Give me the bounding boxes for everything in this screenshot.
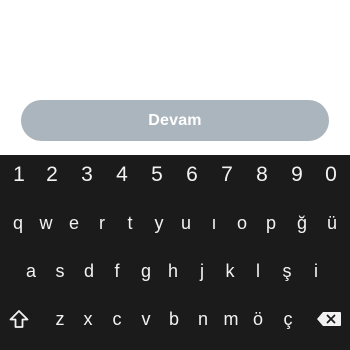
key-j[interactable]: j [189,251,215,291]
key-6[interactable]: 6 [177,155,207,195]
key-o-umlaut[interactable]: ö [245,299,271,339]
key-c-cedilla[interactable]: ç [275,299,301,339]
key-dotless-i[interactable]: ı [201,203,227,243]
number-row: 1 2 3 4 5 6 7 8 9 0 [0,155,350,195]
key-d[interactable]: d [76,251,102,291]
continue-button[interactable]: Devam [21,100,329,141]
keyboard: 1 2 3 4 5 6 7 8 9 0 q w e r t y u ı o p … [0,155,350,350]
backspace-key[interactable] [312,299,346,339]
screen: Devam 1 2 3 4 5 6 7 8 9 0 q w e r t y u … [0,0,350,350]
key-u-umlaut[interactable]: ü [319,203,345,243]
key-o[interactable]: o [229,203,255,243]
key-w[interactable]: w [33,203,59,243]
letter-row-3: z x c v b n m ö ç [0,299,350,339]
backspace-icon [317,312,341,326]
key-9[interactable]: 9 [282,155,312,195]
key-3[interactable]: 3 [72,155,102,195]
key-t[interactable]: t [117,203,143,243]
shift-icon [9,310,29,328]
key-7[interactable]: 7 [212,155,242,195]
key-1[interactable]: 1 [4,155,34,195]
key-8[interactable]: 8 [247,155,277,195]
key-y[interactable]: y [146,203,172,243]
key-x[interactable]: x [75,299,101,339]
key-g[interactable]: g [133,251,159,291]
key-c[interactable]: c [104,299,130,339]
key-m[interactable]: m [218,299,244,339]
key-0[interactable]: 0 [316,155,346,195]
key-l[interactable]: l [245,251,271,291]
key-2[interactable]: 2 [37,155,67,195]
letter-row-1: q w e r t y u ı o p ğ ü [0,203,350,243]
key-4[interactable]: 4 [107,155,137,195]
key-n[interactable]: n [190,299,216,339]
letter-row-2: a s d f g h j k l ş i [0,251,350,291]
key-5[interactable]: 5 [142,155,172,195]
key-p[interactable]: p [258,203,284,243]
key-s[interactable]: s [47,251,73,291]
key-f[interactable]: f [104,251,130,291]
key-e[interactable]: e [61,203,87,243]
key-r[interactable]: r [89,203,115,243]
key-u[interactable]: u [173,203,199,243]
key-z[interactable]: z [47,299,73,339]
shift-key[interactable] [4,299,34,339]
key-q[interactable]: q [5,203,31,243]
key-a[interactable]: a [18,251,44,291]
key-i[interactable]: i [303,251,329,291]
key-b[interactable]: b [161,299,187,339]
key-v[interactable]: v [133,299,159,339]
key-s-cedilla[interactable]: ş [274,251,300,291]
key-h[interactable]: h [160,251,186,291]
key-g-breve[interactable]: ğ [289,203,315,243]
key-k[interactable]: k [217,251,243,291]
